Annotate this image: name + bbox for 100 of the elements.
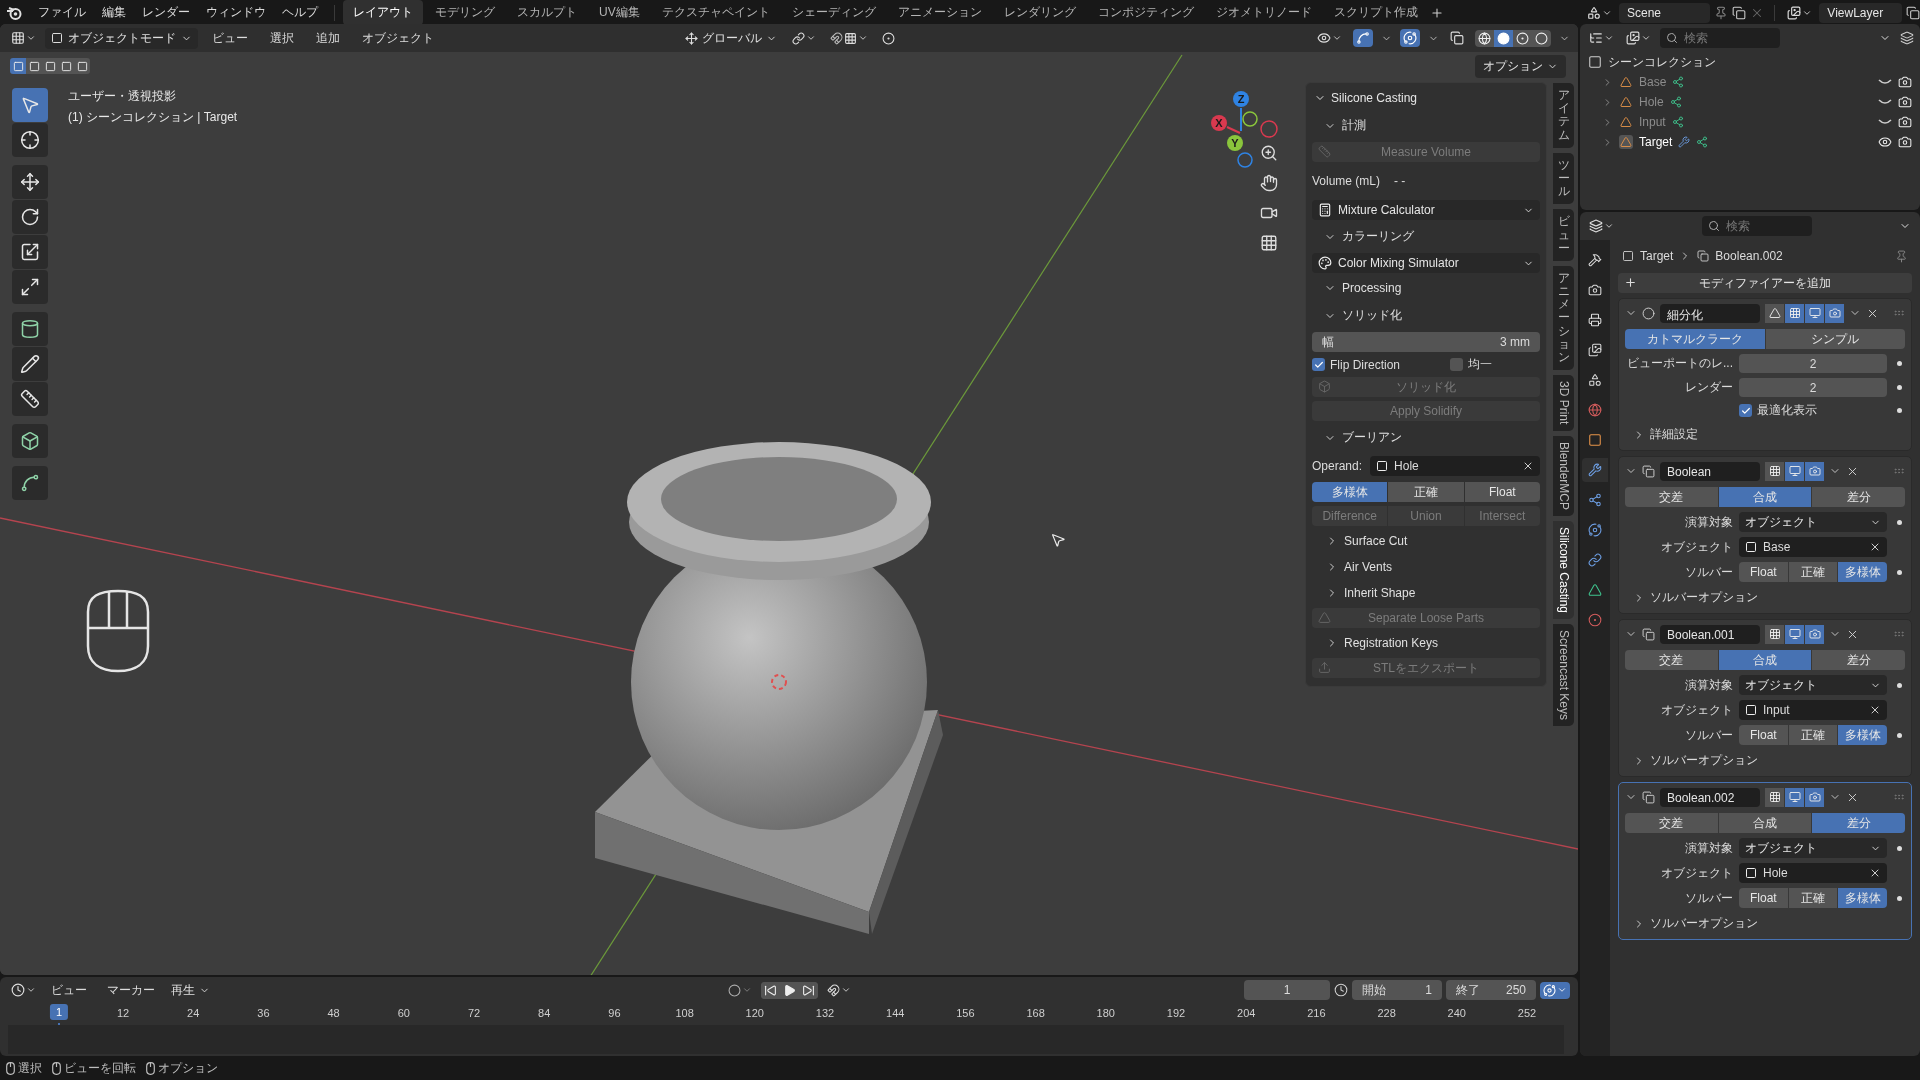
- object-name[interactable]: Target: [1639, 135, 1673, 149]
- option-button[interactable]: 多様体: [1838, 725, 1887, 745]
- operand-type-dropdown[interactable]: オブジェクト: [1739, 838, 1887, 858]
- option-button[interactable]: 多様体: [1312, 482, 1388, 502]
- checkbox[interactable]: Flip Direction: [1312, 357, 1401, 372]
- subpanel-header[interactable]: Registration Keys: [1312, 632, 1540, 654]
- option-button[interactable]: 交差: [1625, 487, 1718, 507]
- option-button[interactable]: Float: [1464, 482, 1540, 502]
- breadcrumb-item[interactable]: Boolean.002: [1715, 249, 1783, 263]
- option-button[interactable]: 多様体: [1838, 888, 1887, 908]
- modifier-name-field[interactable]: Boolean.002: [1660, 787, 1760, 807]
- workspace-tab[interactable]: コンポジティング: [1087, 0, 1204, 25]
- add-modifier-button[interactable]: モディファイアーを追加: [1618, 273, 1912, 293]
- option-button[interactable]: 正確: [1788, 725, 1838, 745]
- subpanel-header[interactable]: Surface Cut: [1312, 530, 1540, 552]
- option-button[interactable]: Float: [1739, 562, 1788, 582]
- checkbox[interactable]: 均一: [1450, 356, 1493, 373]
- option-button[interactable]: 正確: [1388, 482, 1464, 502]
- subpanel-header[interactable]: ソルバーオプション: [1625, 587, 1905, 608]
- modifier-name-field[interactable]: Boolean.001: [1660, 624, 1760, 644]
- object-name[interactable]: Base: [1639, 75, 1667, 89]
- operand-type-dropdown[interactable]: オブジェクト: [1739, 512, 1887, 532]
- workspace-tab[interactable]: UV編集: [589, 0, 650, 25]
- menu-item[interactable]: ウィンドウ: [198, 1, 274, 24]
- workspace-tab[interactable]: ジオメトリノード: [1205, 0, 1322, 25]
- subpanel-header[interactable]: カラーリング: [1312, 224, 1540, 249]
- menu-item[interactable]: オブジェクト: [354, 26, 442, 50]
- menu-dropdown[interactable]: Mixture Calculator: [1312, 200, 1540, 220]
- subpanel-header[interactable]: ソルバーオプション: [1625, 750, 1905, 771]
- breadcrumb-item[interactable]: Target: [1640, 249, 1674, 263]
- menu-item[interactable]: レンダー: [134, 1, 198, 24]
- sidebar-tab[interactable]: ツール: [1553, 152, 1574, 205]
- orientation-dropdown[interactable]: グローバル: [680, 27, 781, 49]
- object-field[interactable]: Input: [1739, 700, 1887, 720]
- option-button[interactable]: Float: [1739, 888, 1788, 908]
- object-name[interactable]: Input: [1639, 115, 1666, 129]
- modifier-name-field[interactable]: 細分化: [1660, 303, 1760, 323]
- number-field[interactable]: 2: [1739, 378, 1887, 397]
- search-field[interactable]: 検索: [1701, 216, 1812, 236]
- sidebar-tab[interactable]: Silicone Casting: [1553, 520, 1574, 619]
- operand-type-dropdown[interactable]: オブジェクト: [1739, 675, 1887, 695]
- sidebar-tab[interactable]: ビュー: [1553, 209, 1574, 261]
- search-field[interactable]: 検索: [1660, 28, 1780, 48]
- menu-item[interactable]: ビュー: [204, 26, 256, 50]
- sidebar-tab[interactable]: アニメーション: [1553, 265, 1574, 371]
- current-frame-field[interactable]: 1: [1244, 980, 1330, 1000]
- view-layer-field[interactable]: ViewLayer: [1819, 2, 1902, 23]
- subpanel-header[interactable]: 詳細設定: [1625, 424, 1905, 445]
- option-button[interactable]: 正確: [1788, 888, 1838, 908]
- option-button[interactable]: 差分: [1812, 487, 1905, 507]
- object-name[interactable]: Hole: [1639, 95, 1664, 109]
- playhead[interactable]: 1: [49, 1004, 69, 1020]
- checkbox[interactable]: 最適化表示: [1739, 402, 1887, 419]
- mode-dropdown[interactable]: オブジェクトモード: [45, 27, 198, 49]
- option-button[interactable]: シンプル: [1765, 329, 1905, 349]
- option-button[interactable]: カトマルクラーク: [1625, 329, 1765, 349]
- subpanel-header[interactable]: ソルバーオプション: [1625, 913, 1905, 934]
- options-dropdown[interactable]: オプション: [1475, 55, 1566, 78]
- menu-item[interactable]: 追加: [308, 26, 348, 50]
- workspace-tab[interactable]: モデリング: [425, 0, 505, 25]
- panel-header[interactable]: Silicone Casting: [1312, 87, 1540, 109]
- subpanel-header[interactable]: ブーリアン: [1312, 425, 1540, 450]
- option-button[interactable]: 差分: [1812, 650, 1905, 670]
- subpanel-header[interactable]: 計測: [1312, 113, 1540, 138]
- menu-dropdown[interactable]: Color Mixing Simulator: [1312, 253, 1540, 273]
- menu-item[interactable]: ビュー: [43, 978, 95, 1002]
- end-frame-field[interactable]: 終了 250: [1446, 980, 1536, 1000]
- start-frame-field[interactable]: 開始 1: [1352, 980, 1442, 1000]
- sidebar-tab[interactable]: Screencast Keys: [1553, 623, 1574, 726]
- workspace-tab[interactable]: テクスチャペイント: [651, 0, 780, 25]
- option-button[interactable]: 合成: [1718, 650, 1812, 670]
- option-button[interactable]: 合成: [1718, 813, 1812, 833]
- menu-item[interactable]: マーカー: [99, 978, 163, 1002]
- workspace-tab[interactable]: レイアウト: [343, 0, 423, 25]
- menu-item[interactable]: 選択: [262, 26, 302, 50]
- workspace-tab[interactable]: シェーディング: [781, 0, 886, 25]
- option-button[interactable]: 合成: [1718, 487, 1812, 507]
- workspace-tab[interactable]: スクリプト作成: [1323, 0, 1428, 25]
- collection-name[interactable]: シーンコレクション: [1608, 53, 1716, 71]
- sidebar-tab[interactable]: 3D Print: [1553, 375, 1574, 431]
- option-button[interactable]: Float: [1739, 725, 1788, 745]
- subpanel-header[interactable]: Inherit Shape: [1312, 582, 1540, 604]
- option-button[interactable]: 交差: [1625, 813, 1718, 833]
- workspace-tab[interactable]: アニメーション: [887, 0, 992, 25]
- object-field[interactable]: Base: [1739, 537, 1887, 557]
- sidebar-tab[interactable]: アイテム: [1553, 83, 1574, 148]
- option-button[interactable]: 正確: [1788, 562, 1838, 582]
- modifier-name-field[interactable]: Boolean: [1660, 461, 1760, 481]
- menu-item[interactable]: ヘルプ: [274, 1, 326, 24]
- option-button[interactable]: 交差: [1625, 650, 1718, 670]
- workspace-tab[interactable]: スカルプト: [507, 0, 587, 25]
- number-field[interactable]: 2: [1739, 354, 1887, 373]
- menu-item[interactable]: ファイル: [30, 1, 94, 24]
- option-button[interactable]: 多様体: [1838, 562, 1887, 582]
- subpanel-header[interactable]: ソリッド化: [1312, 303, 1540, 328]
- playback-dropdown[interactable]: 再生: [167, 979, 214, 1001]
- object-field[interactable]: Hole: [1739, 863, 1887, 883]
- workspace-tab[interactable]: レンダリング: [993, 0, 1086, 25]
- subpanel-header[interactable]: Air Vents: [1312, 556, 1540, 578]
- menu-item[interactable]: 編集: [94, 1, 134, 24]
